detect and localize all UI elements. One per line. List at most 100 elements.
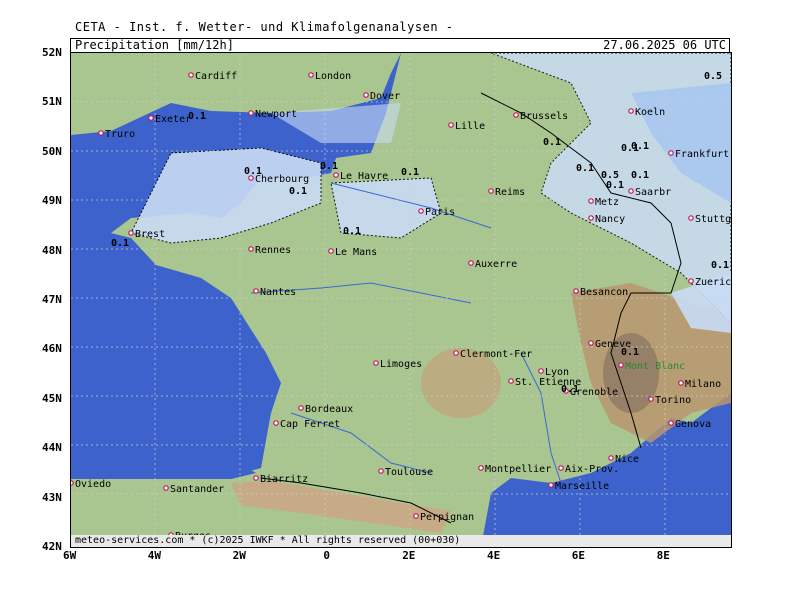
city-label: Koeln (635, 107, 665, 118)
city-label: Marseille (555, 481, 609, 492)
lat-tick-label: 49N (42, 194, 62, 208)
lat-tick-label: 45N (42, 391, 62, 405)
city-label: Le Havre (340, 171, 388, 182)
city-label: Mont Blanc (625, 361, 685, 372)
contour-value-label: 0.1 (576, 163, 594, 174)
contour-value-label: 0.1 (401, 167, 419, 178)
lat-tick-label: 51N (42, 95, 62, 109)
lon-tick-label: 6W (63, 549, 77, 562)
city-marker (328, 248, 334, 254)
contour-value-label: 0.1 (543, 137, 561, 148)
city-label: Nancy (595, 214, 625, 225)
city-label: Milano (685, 379, 721, 390)
city-label: Nantes (260, 287, 296, 298)
city-marker (478, 465, 484, 471)
city-label: Paris (425, 207, 455, 218)
lat-tick-label: 48N (42, 243, 62, 257)
city-label: Cap Ferret (280, 419, 340, 430)
city-label: Truro (105, 129, 135, 140)
city-label: Genova (675, 419, 711, 430)
city-label: Limoges (380, 359, 422, 370)
city-marker (253, 288, 259, 294)
city-label: Le Mans (335, 247, 377, 258)
contour-value-label: 0.1 (244, 166, 262, 177)
city-marker (453, 350, 459, 356)
lon-tick-label: 0 (323, 549, 331, 562)
city-label: Zuerich (695, 277, 731, 288)
city-marker (413, 513, 419, 519)
copyright-footer: meteo-services.com * (c)2025 IWKF * All … (71, 535, 731, 547)
lat-tick-label: 44N (42, 441, 62, 455)
city-marker (508, 378, 514, 384)
city-marker (678, 380, 684, 386)
city-label: Saarbr (635, 187, 671, 198)
city-marker (648, 396, 654, 402)
city-marker (668, 420, 674, 426)
city-label: Cardiff (195, 71, 237, 82)
city-label: Metz (595, 197, 619, 208)
city-marker (248, 110, 254, 116)
valid-time: 27.06.2025 06 UTC (603, 38, 726, 52)
city-marker (363, 92, 369, 98)
city-marker (588, 198, 594, 204)
city-label: Dover (370, 91, 400, 102)
city-marker (608, 455, 614, 461)
city-marker (573, 288, 579, 294)
city-marker (538, 368, 544, 374)
city-marker (688, 278, 694, 284)
city-marker (513, 112, 519, 118)
lat-tick-label: 46N (42, 342, 62, 356)
city-label: Lille (455, 121, 485, 132)
map-canvas: Cardiff London Exeter Newport Dover Truro Lill… (71, 53, 731, 547)
city-label: Santander (170, 484, 224, 495)
lon-tick-label: 4E (487, 549, 501, 562)
city-marker (548, 482, 554, 488)
map-panel: Cardiff London Exeter Newport Dover Truro Lill… (70, 52, 732, 548)
contour-value-label: 0.5 (704, 71, 722, 82)
city-marker (688, 215, 694, 221)
city-marker (588, 215, 594, 221)
city-label: Exeter (155, 114, 191, 125)
city-marker (273, 420, 279, 426)
product-title: Precipitation [mm/12h] (75, 38, 234, 52)
contour-value-label: 0.1 (289, 186, 307, 197)
city-marker (188, 72, 194, 78)
city-label: Besancon (580, 287, 628, 298)
title-bar: Precipitation [mm/12h] 27.06.2025 06 UTC (70, 38, 730, 53)
city-marker (298, 405, 304, 411)
city-label: Brussels (520, 111, 568, 122)
city-label: Cherbourg (255, 174, 309, 185)
city-marker (618, 362, 624, 368)
lat-tick-label: 42N (42, 540, 62, 553)
city-label: Aix-Prov. (565, 464, 619, 475)
city-label: Stuttgart (695, 214, 731, 225)
contour-value-label: 0.1 (343, 226, 361, 237)
contour-value-label: 0.1 (621, 347, 639, 358)
contour-value-label: 0.1 (320, 161, 338, 172)
city-label: Toulouse (385, 467, 433, 478)
lon-tick-label: 8E (656, 549, 670, 562)
lon-tick-label: 2W (232, 549, 246, 562)
city-label: Torino (655, 395, 691, 406)
city-marker (333, 172, 339, 178)
city-marker (628, 108, 634, 114)
contour-value-label: 0.1 (631, 170, 649, 181)
contour-value-label: 0.1 (188, 111, 206, 122)
source-header: CETA - Inst. f. Wetter- und Klimafolgena… (75, 20, 454, 34)
city-label: Frankfurt (675, 149, 729, 160)
city-marker (378, 468, 384, 474)
city-label: Clermont-Fer (460, 349, 532, 360)
city-marker (98, 130, 104, 136)
city-label: Perpignan (420, 512, 474, 523)
contour-value-label: 0.1 (631, 141, 649, 152)
contour-value-label: 0.1 (711, 260, 729, 271)
city-marker (71, 480, 74, 486)
city-marker (668, 150, 674, 156)
city-marker (128, 230, 134, 236)
lat-tick-label: 47N (42, 293, 62, 306)
city-marker (468, 260, 474, 266)
city-marker (628, 188, 634, 194)
city-marker (418, 208, 424, 214)
city-marker (308, 72, 314, 78)
city-marker (488, 188, 494, 194)
